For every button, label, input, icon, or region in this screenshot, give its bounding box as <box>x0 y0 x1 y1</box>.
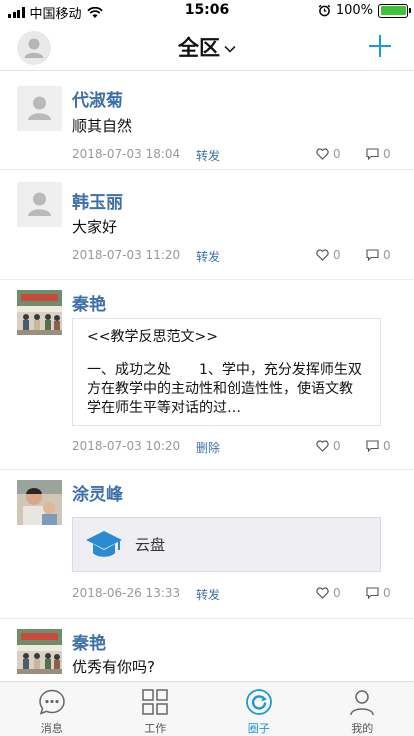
post-meta: 2018-07-03 11:20 转发 0 0 <box>72 246 414 266</box>
tab-label: 圈子 <box>247 722 270 735</box>
comment-count: 0 <box>383 147 391 161</box>
feed-list[interactable]: 代淑菊 顺其自然 2018-07-03 18:04 转发 0 0 韩玉丽 大家好 <box>0 72 414 681</box>
tab-work[interactable]: 工作 <box>104 682 208 736</box>
comment-count: 0 <box>383 439 391 453</box>
like-count: 0 <box>333 248 341 262</box>
like-count: 0 <box>333 439 341 453</box>
chevron-down-icon <box>224 45 236 53</box>
delete-button[interactable]: 删除 <box>196 439 220 456</box>
post-author[interactable]: 代淑菊 <box>72 86 123 111</box>
tab-circle[interactable]: 圈子 <box>207 682 311 736</box>
heart-icon <box>316 148 329 160</box>
battery-icon <box>378 3 411 18</box>
article-excerpt: 一、成功之处 1、学中，充分发挥师生双方在教学中的主动性和创造性性，使语文教学在… <box>87 362 362 416</box>
feed-post: 涂灵峰 云盘 2018-06-26 13:33 转发 0 0 <box>0 470 414 619</box>
post-author[interactable]: 秦艳 <box>72 629 106 654</box>
feed-post: 秦艳 <<教学反思范文>> 一、成功之处 1、学中，充分发挥师生双方在教学中的主… <box>0 280 414 470</box>
forward-button[interactable]: 转发 <box>196 248 220 265</box>
post-text: 大家好 <box>72 218 118 236</box>
tab-label: 消息 <box>40 722 63 735</box>
graduation-cap-icon <box>86 530 122 557</box>
post-text: 顺其自然 <box>72 117 133 135</box>
feed-post: 秦艳 优秀有你吗? <box>0 619 414 681</box>
post-avatar[interactable] <box>17 182 62 227</box>
post-avatar[interactable] <box>17 290 62 335</box>
tab-label: 我的 <box>351 722 374 735</box>
photo-avatar-image <box>17 629 62 674</box>
grid-icon <box>142 689 168 715</box>
nav-bar: 全区 <box>0 22 414 71</box>
comment-button[interactable]: 0 <box>366 439 391 453</box>
post-avatar[interactable] <box>17 629 62 674</box>
like-button[interactable]: 0 <box>316 586 341 600</box>
like-button[interactable]: 0 <box>316 439 341 453</box>
tab-messages[interactable]: 消息 <box>0 682 104 736</box>
forward-button[interactable]: 转发 <box>196 147 220 164</box>
alarm-icon <box>318 4 331 17</box>
post-avatar[interactable] <box>17 480 62 525</box>
cloud-file-card[interactable]: 云盘 <box>72 517 381 572</box>
status-right: 100% <box>318 3 411 18</box>
post-time: 2018-06-26 13:33 <box>72 586 181 600</box>
forward-button[interactable]: 转发 <box>196 586 220 603</box>
status-bar: 中国移动 15:06 100% <box>0 0 414 22</box>
region-selector[interactable]: 全区 <box>0 32 414 62</box>
article-title: <<教学反思范文>> <box>87 329 218 345</box>
chat-bubble-icon <box>38 689 65 715</box>
post-author[interactable]: 韩玉丽 <box>72 188 123 213</box>
post-meta: 2018-06-26 13:33 转发 0 0 <box>72 584 414 604</box>
like-count: 0 <box>333 147 341 161</box>
comment-icon <box>366 587 379 599</box>
like-button[interactable]: 0 <box>316 147 341 161</box>
comment-icon <box>366 148 379 160</box>
comment-icon <box>366 440 379 452</box>
circle-refresh-icon <box>245 689 272 715</box>
comment-button[interactable]: 0 <box>366 586 391 600</box>
post-avatar[interactable] <box>17 86 62 131</box>
tab-label: 工作 <box>144 722 167 735</box>
comment-count: 0 <box>383 248 391 262</box>
heart-icon <box>316 440 329 452</box>
add-post-button[interactable] <box>368 34 392 58</box>
file-card-label: 云盘 <box>135 536 166 554</box>
like-button[interactable]: 0 <box>316 248 341 262</box>
person-icon <box>28 96 51 120</box>
feed-post: 韩玉丽 大家好 2018-07-03 11:20 转发 0 0 <box>0 170 414 280</box>
photo-avatar-image <box>17 480 62 525</box>
post-text: 优秀有你吗? <box>72 658 155 676</box>
feed-post: 代淑菊 顺其自然 2018-07-03 18:04 转发 0 0 <box>0 72 414 170</box>
post-meta: 2018-07-03 18:04 转发 0 0 <box>72 145 414 165</box>
tab-bar: 消息 工作 圈子 我的 <box>0 681 414 736</box>
post-time: 2018-07-03 11:20 <box>72 248 181 262</box>
post-time: 2018-07-03 18:04 <box>72 147 181 161</box>
post-time: 2018-07-03 10:20 <box>72 439 181 453</box>
comment-button[interactable]: 0 <box>366 147 391 161</box>
photo-avatar-image <box>17 290 62 335</box>
user-icon <box>350 690 374 716</box>
heart-icon <box>316 249 329 261</box>
comment-count: 0 <box>383 586 391 600</box>
battery-percent: 100% <box>335 3 373 18</box>
post-meta: 2018-07-03 10:20 删除 0 0 <box>72 437 414 457</box>
post-author[interactable]: 涂灵峰 <box>72 480 123 505</box>
person-icon <box>28 192 51 216</box>
post-author[interactable]: 秦艳 <box>72 290 106 315</box>
tab-profile[interactable]: 我的 <box>311 682 414 736</box>
article-card[interactable]: <<教学反思范文>> 一、成功之处 1、学中，充分发挥师生双方在教学中的主动性和… <box>72 318 381 426</box>
page-title: 全区 <box>178 36 220 60</box>
like-count: 0 <box>333 586 341 600</box>
comment-button[interactable]: 0 <box>366 248 391 262</box>
comment-icon <box>366 249 379 261</box>
heart-icon <box>316 587 329 599</box>
